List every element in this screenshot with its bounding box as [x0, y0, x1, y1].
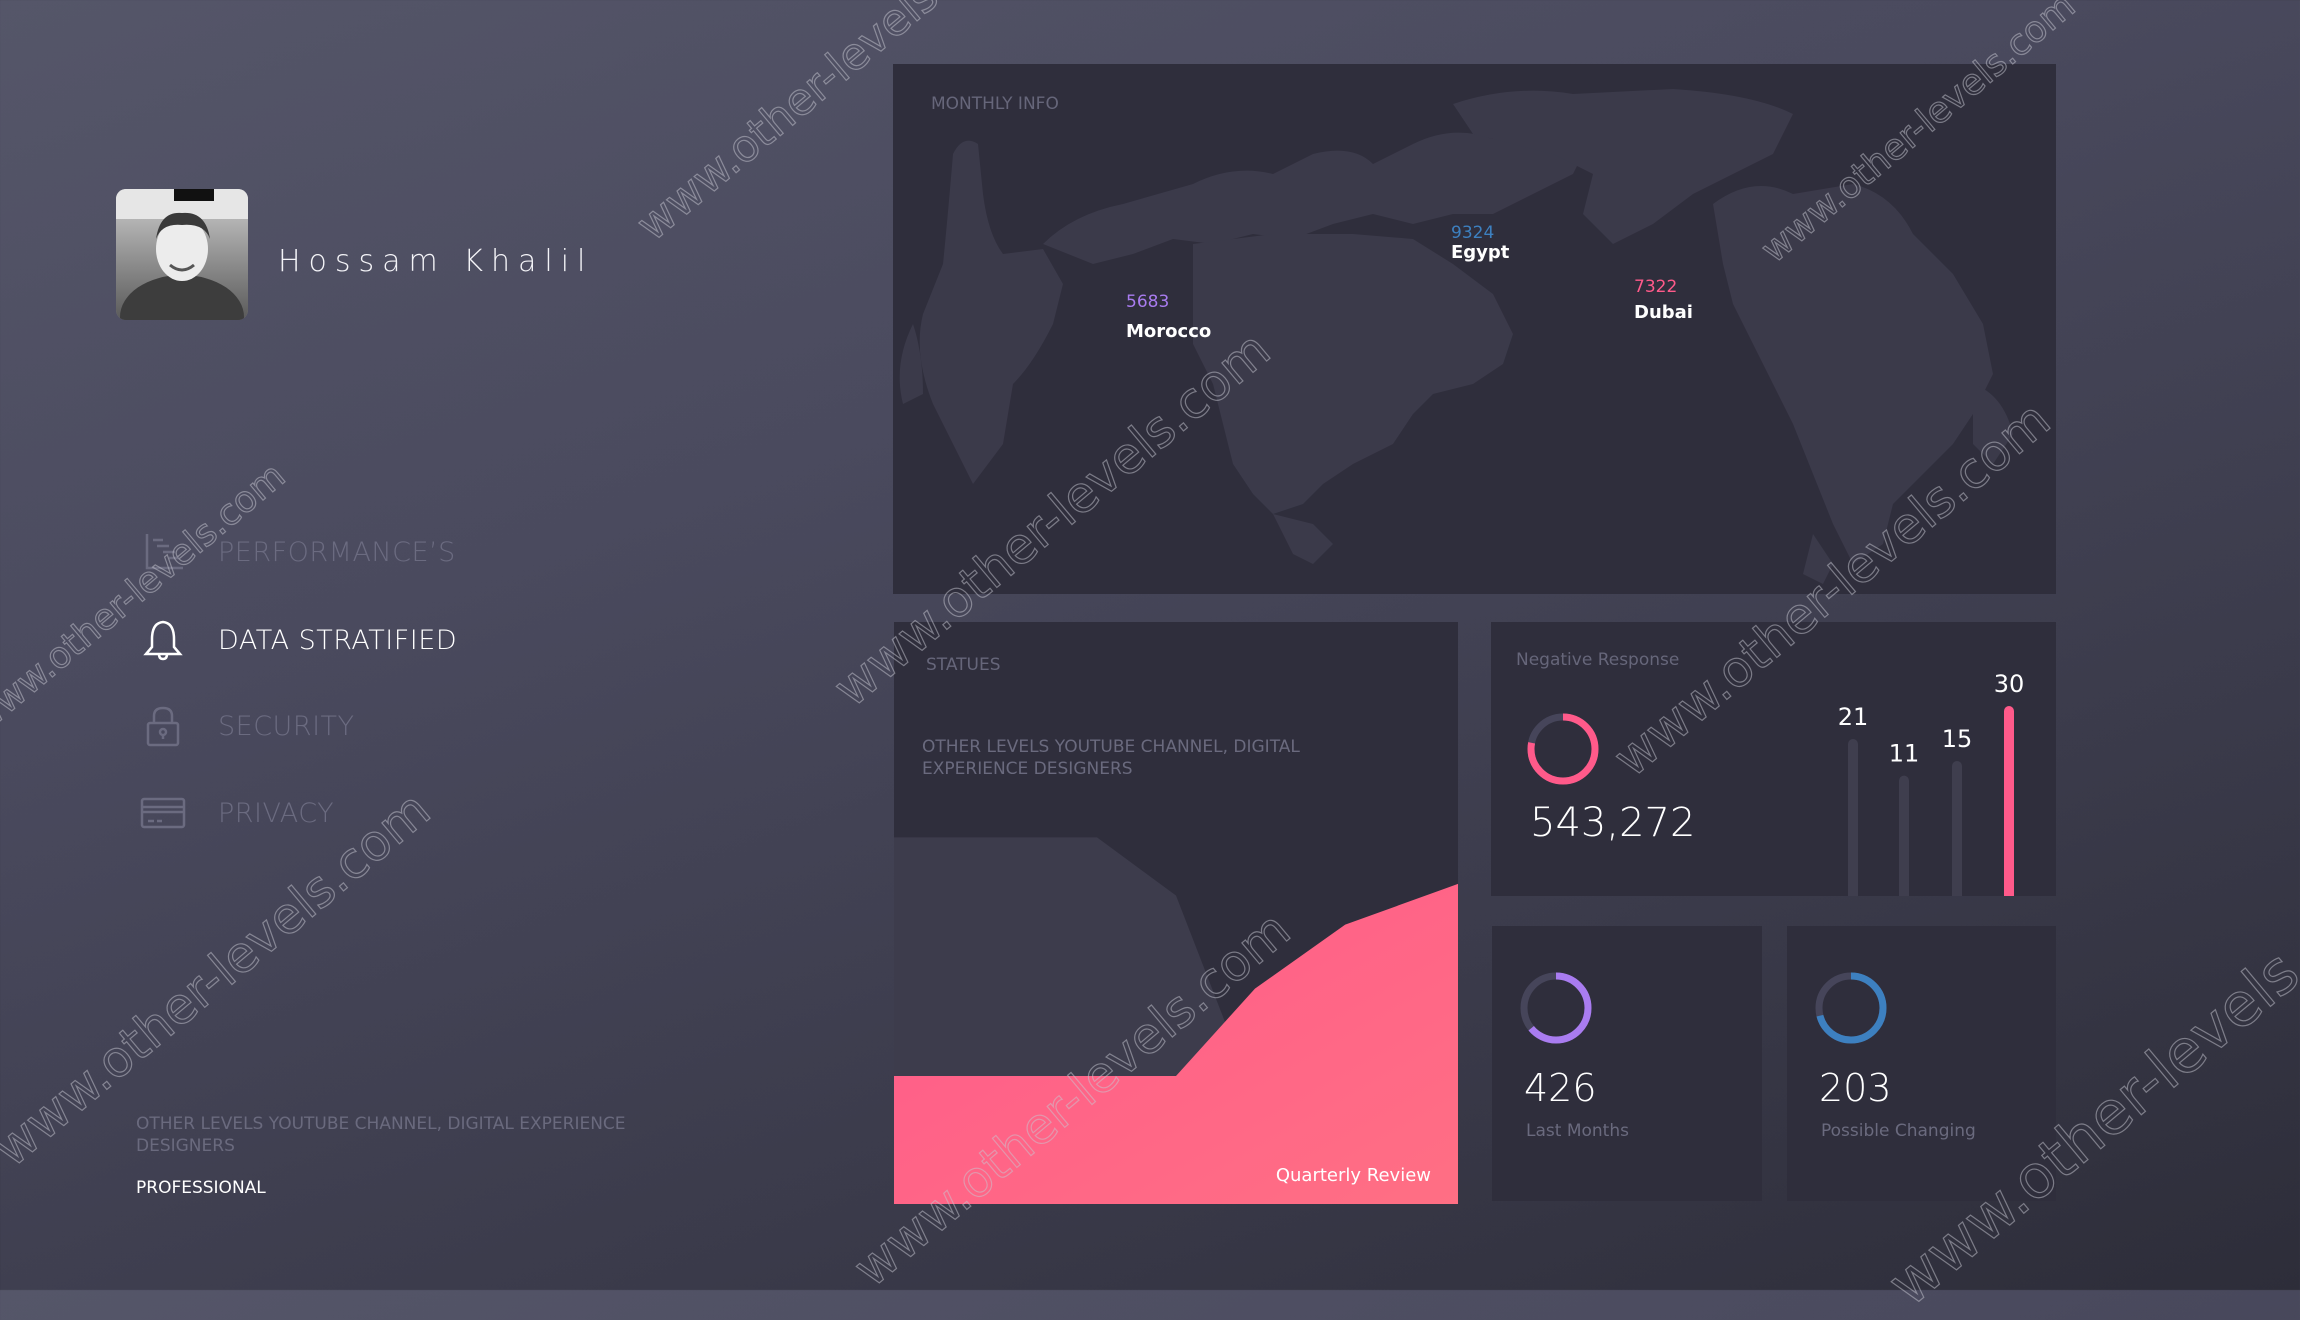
bar[interactable] [2004, 706, 2014, 896]
nav-item-data-stratified[interactable]: DATA STRATIFIED [138, 614, 457, 666]
bar[interactable] [1848, 739, 1858, 896]
bell-icon [138, 617, 188, 663]
map-marker-morocco[interactable]: 5683 Morocco [1126, 291, 1211, 343]
credit-card-icon [138, 790, 188, 836]
panel-title: MONTHLY INFO [931, 94, 1059, 114]
possible-changing-ring [1815, 972, 1887, 1044]
footer-role: PROFESSIONAL [136, 1178, 266, 1198]
nav-label: SECURITY [218, 710, 355, 742]
possible-changing-value: 203 [1819, 1066, 1892, 1110]
chart-steps-icon [138, 529, 188, 575]
user-photo-icon [116, 189, 248, 320]
quarterly-review-label[interactable]: Quarterly Review [1276, 1165, 1431, 1186]
area-chart [894, 837, 1458, 1204]
possible-changing-card: 203 Possible Changing [1787, 926, 2056, 1201]
world-map [899, 89, 2013, 584]
marker-value: 9324 [1451, 223, 1495, 243]
bar[interactable] [1952, 761, 1962, 896]
lock-icon [138, 703, 188, 749]
nav-item-privacy[interactable]: PRIVACY [138, 787, 334, 839]
marker-name: Dubai [1634, 302, 1693, 323]
marker-value: 5683 [1126, 292, 1170, 312]
nav-label: PERFORMANCE’S [218, 536, 456, 568]
bar[interactable] [1899, 775, 1909, 896]
bar-value-label: 21 [1838, 703, 1869, 731]
panel-title: STATUES [926, 655, 1001, 675]
nav-item-security[interactable]: SECURITY [138, 700, 355, 752]
statues-panel: STATUES OTHER LEVELS YOUTUBE CHANNEL, DI… [894, 622, 1458, 1204]
negative-response-panel: Negative Response 543,272 21 11 15 30 [1491, 622, 2056, 896]
bar-value-label: 11 [1889, 740, 1920, 768]
last-months-value: 426 [1524, 1066, 1597, 1110]
last-months-ring [1520, 972, 1592, 1044]
last-months-card: 426 Last Months [1492, 926, 1762, 1201]
marker-name: Morocco [1126, 321, 1212, 342]
footer-description: OTHER LEVELS YOUTUBE CHANNEL, DIGITAL EX… [136, 1114, 626, 1156]
watermark: www.other-levels.com [0, 455, 294, 742]
avatar[interactable] [116, 189, 248, 320]
bar-chart: 21 11 15 30 [1838, 670, 2025, 896]
nav-label: DATA STRATIFIED [218, 624, 458, 656]
monthly-info-panel: MONTHLY INFO 5683 Morocco 9324 Egypt 732… [893, 64, 2056, 594]
marker-name: Egypt [1451, 242, 1510, 263]
bar-value-label: 30 [1994, 670, 2025, 698]
marker-value: 7322 [1634, 277, 1678, 297]
nav-item-performance[interactable]: PERFORMANCE’S [138, 526, 456, 578]
nav-label: PRIVACY [218, 797, 335, 829]
profile-name: Hossam Khalil [278, 244, 594, 279]
map-marker-egypt[interactable]: 9324 Egypt [1451, 222, 1509, 264]
last-months-label: Last Months [1526, 1121, 1629, 1141]
possible-changing-label: Possible Changing [1821, 1121, 1976, 1141]
map-marker-dubai[interactable]: 7322 Dubai [1634, 276, 1693, 324]
statues-description: OTHER LEVELS YOUTUBE CHANNEL, DIGITAL EX… [922, 737, 1300, 779]
bar-value-label: 15 [1942, 725, 1973, 753]
